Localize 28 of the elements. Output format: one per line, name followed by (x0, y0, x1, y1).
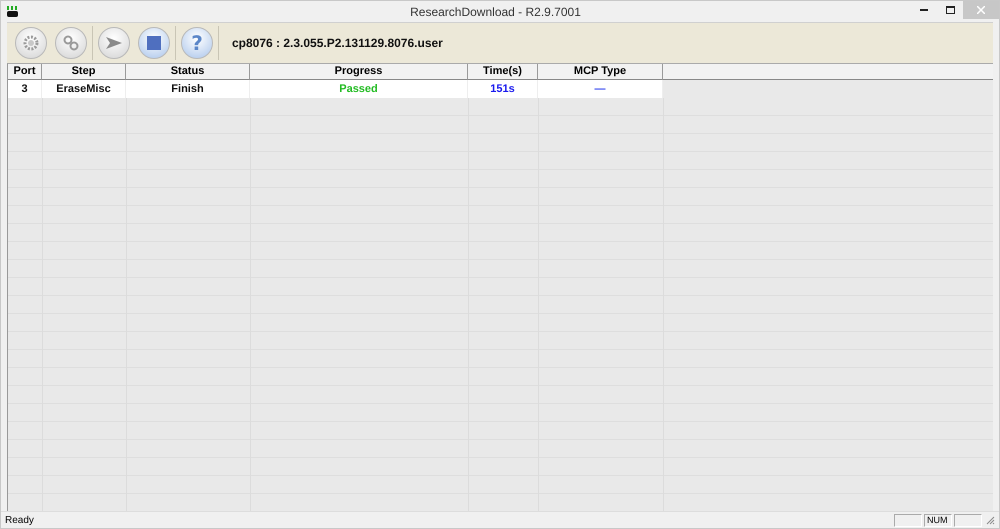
column-header[interactable]: Status (126, 64, 250, 80)
resize-grip-icon (986, 516, 995, 524)
status-pane (954, 514, 982, 526)
table-cell: Passed (250, 80, 468, 98)
column-header[interactable]: Port (8, 64, 42, 80)
stop-button[interactable] (138, 27, 170, 59)
app-icon (6, 6, 20, 18)
status-pane (894, 514, 922, 526)
table-cell: — (538, 80, 663, 98)
table-cell: EraseMisc (42, 80, 126, 98)
play-icon (105, 36, 123, 50)
status-text: Ready (5, 514, 35, 526)
gear-icon (22, 34, 40, 52)
status-indicator: NUM (924, 514, 952, 526)
table-cell: 151s (468, 80, 538, 98)
column-header[interactable]: Progress (250, 64, 468, 80)
column-header[interactable]: MCP Type (538, 64, 663, 80)
column-header[interactable]: Time(s) (468, 64, 538, 80)
minimize-icon (920, 9, 928, 11)
table-cell: 3 (8, 80, 42, 98)
maximize-icon (946, 6, 954, 14)
window-title: ResearchDownload - R2.9.7001 (409, 4, 582, 18)
close-icon (977, 6, 985, 14)
table-cell: Finish (126, 80, 250, 98)
gears-icon (62, 34, 80, 52)
version-label: cp8076 : 2.3.055.P2.131129.8076.user (232, 36, 443, 50)
stop-icon (147, 36, 161, 50)
column-header[interactable]: Step (42, 64, 126, 80)
